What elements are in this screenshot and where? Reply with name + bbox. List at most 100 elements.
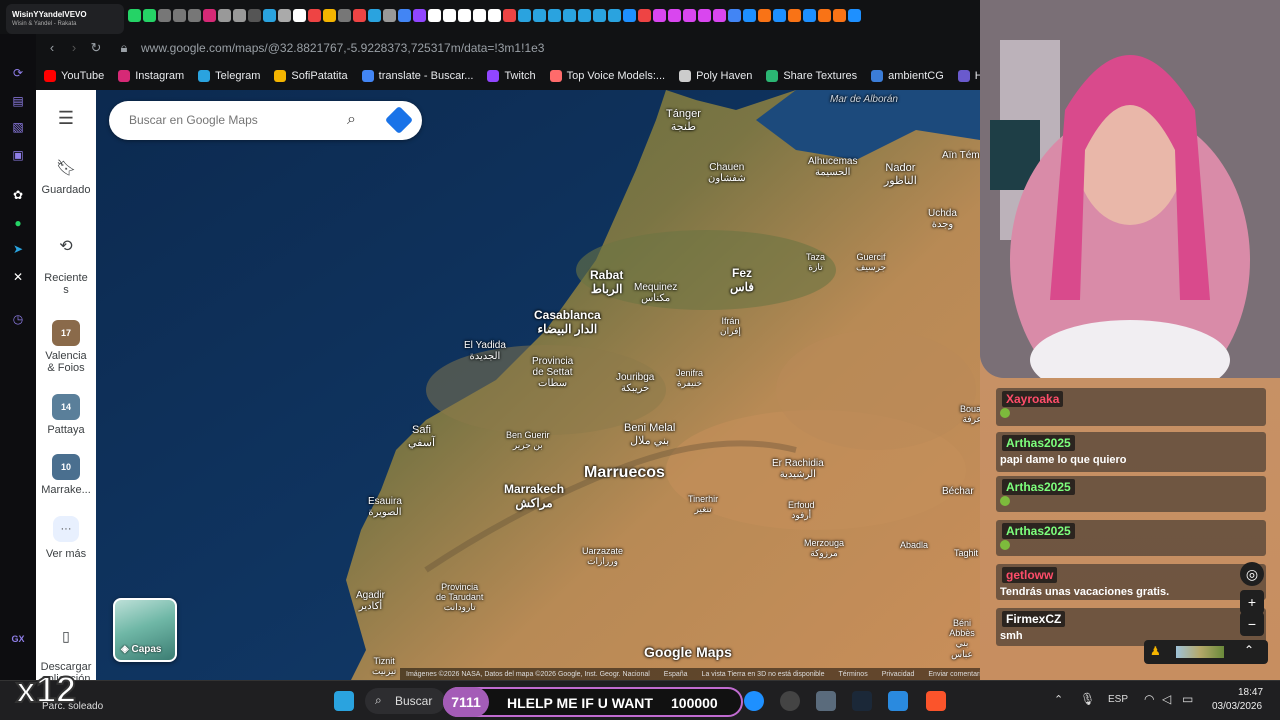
windows-start-icon[interactable] bbox=[334, 691, 354, 711]
pinned-tab-icon[interactable] bbox=[683, 9, 696, 22]
zoom-out-icon[interactable]: − bbox=[1240, 612, 1264, 636]
pinned-tab-icon[interactable] bbox=[368, 9, 381, 22]
recent-place-item[interactable]: 17 Valencia & Foios bbox=[36, 320, 96, 374]
pinned-tab-icon[interactable] bbox=[668, 9, 681, 22]
recent-button[interactable]: ⟲ Reciente s bbox=[36, 224, 96, 308]
back-icon[interactable]: ‹ bbox=[44, 40, 60, 56]
pinned-tab-icon[interactable] bbox=[788, 9, 801, 22]
search-icon[interactable]: ⌕ bbox=[347, 111, 356, 129]
bookmark-item[interactable]: Instagram bbox=[118, 70, 184, 82]
microphone-icon[interactable]: 🎙︎ bbox=[1080, 692, 1095, 706]
pinned-tab-icon[interactable] bbox=[503, 9, 516, 22]
pinned-tab-icon[interactable] bbox=[803, 9, 816, 22]
pinned-tab-icon[interactable] bbox=[638, 9, 651, 22]
expand-icon[interactable]: ⌃ bbox=[1244, 643, 1254, 657]
recent-place-item[interactable]: 14 Pattaya bbox=[36, 394, 96, 436]
pinned-tab-icon[interactable] bbox=[278, 9, 291, 22]
pinned-tab-icon[interactable] bbox=[308, 9, 321, 22]
pinned-tab-icon[interactable] bbox=[398, 9, 411, 22]
pinned-tab-icon[interactable] bbox=[203, 9, 216, 22]
bookmark-item[interactable]: SofiPatatita bbox=[274, 70, 348, 82]
bookmark-item[interactable]: translate - Buscar... bbox=[361, 70, 473, 82]
pinned-tab-icon[interactable] bbox=[743, 9, 756, 22]
pegman-icon[interactable]: ♟ bbox=[1150, 644, 1161, 658]
brave-icon[interactable] bbox=[926, 691, 946, 711]
pinned-tab-icon[interactable] bbox=[383, 9, 396, 22]
pinned-tab-icon[interactable] bbox=[413, 9, 426, 22]
bookmark-item[interactable]: Telegram bbox=[198, 70, 260, 82]
pinned-tab-icon[interactable] bbox=[158, 9, 171, 22]
telegram-icon[interactable]: ➤ bbox=[9, 240, 27, 258]
chat-username[interactable]: Arthas2025 bbox=[1002, 479, 1075, 495]
pinned-tab-icon[interactable] bbox=[728, 9, 741, 22]
bookmark-item[interactable]: ambientCG bbox=[871, 70, 944, 82]
pinned-tab-icon[interactable] bbox=[428, 9, 441, 22]
wallet-icon[interactable]: ▧ bbox=[9, 118, 27, 136]
clock-time[interactable]: 18:47 bbox=[1238, 687, 1263, 698]
pinned-tab-icon[interactable] bbox=[773, 9, 786, 22]
pinned-tab-icon[interactable] bbox=[848, 9, 861, 22]
weather-label[interactable]: Parc. soleado bbox=[42, 701, 103, 712]
search-input[interactable] bbox=[129, 113, 329, 127]
imagery-thumbnail[interactable] bbox=[1176, 646, 1224, 658]
layers-button[interactable]: ◈ Capas bbox=[113, 598, 177, 662]
pinned-tab-icon[interactable] bbox=[533, 9, 546, 22]
pinned-tab-icon[interactable] bbox=[233, 9, 246, 22]
pinned-tab-icon[interactable] bbox=[323, 9, 336, 22]
messenger-icon[interactable]: ▣ bbox=[9, 146, 27, 164]
menu-icon[interactable]: ☰ bbox=[36, 108, 96, 129]
settings-icon[interactable] bbox=[816, 691, 836, 711]
bookmark-item[interactable]: Share Textures bbox=[766, 70, 857, 82]
chat-username[interactable]: FirmexCZ bbox=[1002, 611, 1066, 627]
chat-username[interactable]: Arthas2025 bbox=[1002, 435, 1075, 451]
more-button[interactable]: ··· Ver más bbox=[36, 516, 96, 560]
pinned-tab-icon[interactable] bbox=[293, 9, 306, 22]
pinned-tab-icon[interactable] bbox=[218, 9, 231, 22]
bookmark-item[interactable]: YouTube bbox=[44, 70, 104, 82]
chat-username[interactable]: Arthas2025 bbox=[1002, 523, 1075, 539]
shopping-icon[interactable]: ▤ bbox=[9, 92, 27, 110]
satellite-map[interactable]: Tánger طنجة Chauen شفشاون Alhucemas الحس… bbox=[96, 90, 980, 680]
locate-icon[interactable]: ◎ bbox=[1240, 562, 1264, 586]
pinned-tab-icon[interactable] bbox=[653, 9, 666, 22]
pinned-tab-icon[interactable] bbox=[578, 9, 591, 22]
history-icon[interactable]: ◷ bbox=[9, 310, 27, 328]
pinned-tab-icon[interactable] bbox=[128, 9, 141, 22]
pinned-tab-icon[interactable] bbox=[548, 9, 561, 22]
directions-icon[interactable] bbox=[384, 105, 414, 135]
saved-button[interactable]: 🔖︎ Guardado bbox=[36, 158, 96, 196]
attribution-item[interactable]: Términos bbox=[839, 671, 868, 678]
x-icon[interactable]: ✕ bbox=[9, 268, 27, 286]
chat-username[interactable]: Xayroaka bbox=[1002, 391, 1064, 407]
taskbar-search[interactable]: ⌕ Buscar bbox=[365, 688, 445, 714]
pinned-tab-icon[interactable] bbox=[698, 9, 711, 22]
whatsapp-icon[interactable]: ● bbox=[9, 214, 27, 232]
pinned-tab-icon[interactable] bbox=[608, 9, 621, 22]
pinned-tab-icon[interactable] bbox=[473, 9, 486, 22]
bookmark-item[interactable]: Poly Haven bbox=[679, 70, 752, 82]
zoom-in-icon[interactable]: + bbox=[1240, 590, 1264, 614]
chatgpt-icon[interactable]: ✿ bbox=[9, 186, 27, 204]
pinned-tab-icon[interactable] bbox=[338, 9, 351, 22]
pinned-tab-icon[interactable] bbox=[833, 9, 846, 22]
tray-expand-icon[interactable]: ⌃ bbox=[1054, 693, 1063, 706]
bookmark-item[interactable]: Twitch bbox=[487, 70, 536, 82]
pinned-tab-icon[interactable] bbox=[443, 9, 456, 22]
volume-icon[interactable]: ◁ bbox=[1162, 692, 1171, 706]
pinned-tab-icon[interactable] bbox=[713, 9, 726, 22]
attribution-item[interactable]: Privacidad bbox=[882, 671, 915, 678]
pinned-tab-icon[interactable] bbox=[173, 9, 186, 22]
pinned-tab-icon[interactable] bbox=[143, 9, 156, 22]
chat-username[interactable]: getloww bbox=[1002, 567, 1058, 583]
clock-date[interactable]: 03/03/2026 bbox=[1212, 701, 1262, 712]
attribution-item[interactable]: Enviar comentarios sobre el producto bbox=[928, 671, 980, 678]
pinned-tab-icon[interactable] bbox=[263, 9, 276, 22]
media-player-widget[interactable]: WisinYYandelVEVO Wisin & Yandel - Rakata bbox=[6, 4, 124, 34]
obs-icon[interactable] bbox=[780, 691, 800, 711]
pinned-tab-icon[interactable] bbox=[563, 9, 576, 22]
notepad-icon[interactable] bbox=[888, 691, 908, 711]
reload-icon[interactable]: ↻ bbox=[88, 40, 104, 56]
pinned-tab-icon[interactable] bbox=[818, 9, 831, 22]
pinned-tab-icon[interactable] bbox=[518, 9, 531, 22]
gx-icon[interactable]: GX bbox=[9, 630, 27, 648]
